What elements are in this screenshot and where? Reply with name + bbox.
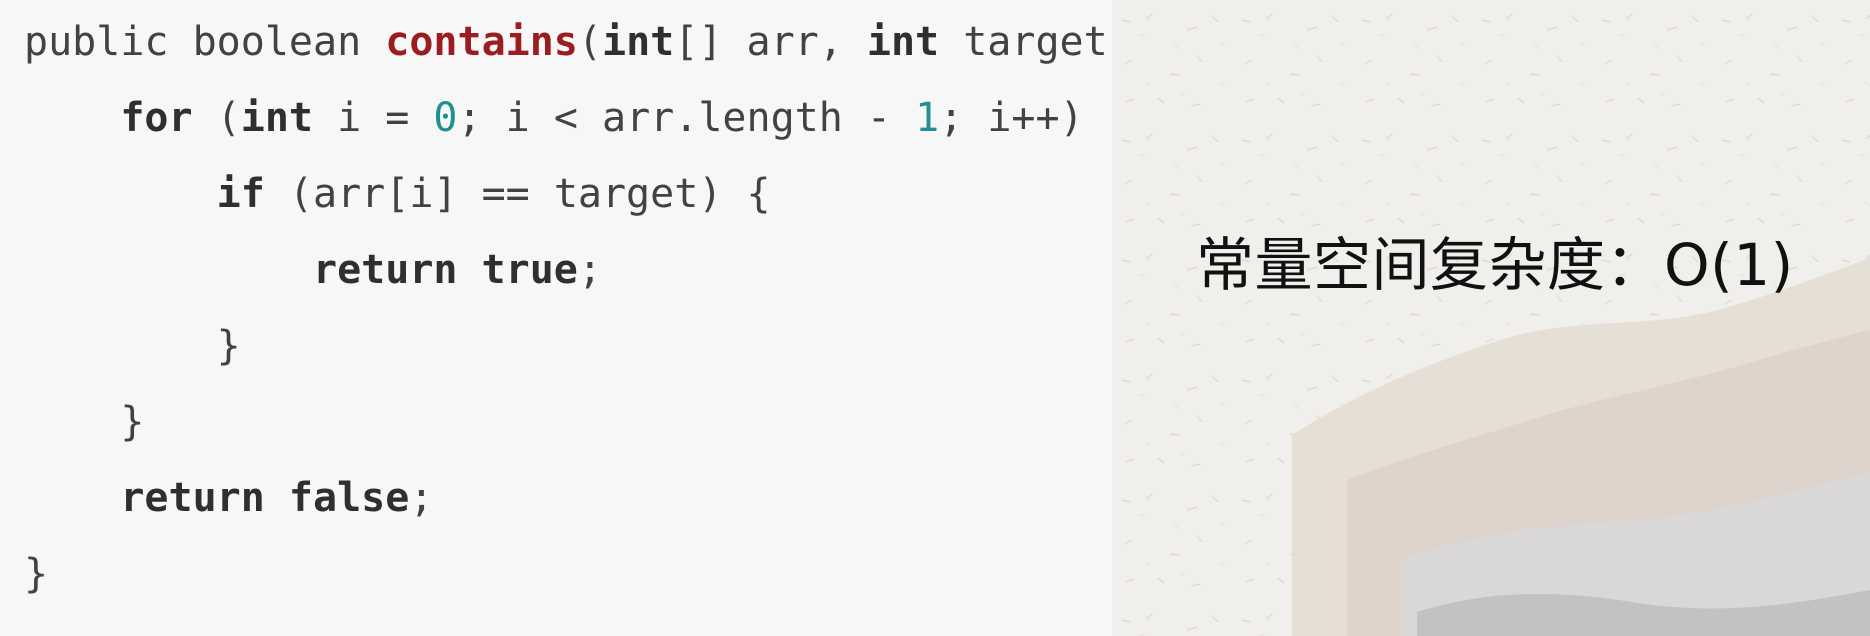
code-token-plain: } <box>216 323 241 369</box>
code-token-plain: ; i++) { <box>939 95 1132 141</box>
code-token-kw: int <box>601 19 675 65</box>
code-token-plain: ; i < arr.length - <box>457 95 916 141</box>
code-line: return true; <box>24 232 1180 308</box>
code-panel: public boolean contains(int[] arr, int t… <box>0 0 1180 636</box>
code-token-plain: i = <box>313 95 434 141</box>
space-complexity-caption: 常量空间复杂度：O(1) <box>1196 231 1794 299</box>
code-block: public boolean contains(int[] arr, int t… <box>24 4 1180 612</box>
code-token-plain: ( <box>577 19 602 65</box>
code-line: } <box>24 384 1180 460</box>
code-line: if (arr[i] == target) { <box>24 156 1180 232</box>
code-token-plain: } <box>120 399 145 445</box>
code-line: public boolean contains(int[] arr, int t… <box>24 4 1180 80</box>
code-token-kw: return false <box>120 475 410 521</box>
code-line: } <box>24 308 1180 384</box>
code-token-plain: ; <box>409 475 434 521</box>
code-token-num: 1 <box>915 95 940 141</box>
code-token-kw: return true <box>312 247 578 293</box>
slide-panel: 常量空间复杂度：O(1) <box>1112 0 1870 636</box>
code-token-kw: for <box>120 95 193 141</box>
code-line: return false; <box>24 460 1180 536</box>
code-line: } <box>24 536 1180 612</box>
code-token-kw: if <box>216 171 265 217</box>
code-token-plain: ; <box>577 247 602 293</box>
code-token-kw: int <box>240 95 313 141</box>
code-line: for (int i = 0; i < arr.length - 1; i++)… <box>24 80 1180 156</box>
paper-background-art <box>1112 0 1870 636</box>
code-token-plain: ( <box>192 95 241 141</box>
code-token-fn: contains <box>385 19 578 65</box>
code-token-plain: } <box>24 551 49 597</box>
code-token-plain: (arr[i] == target) { <box>264 171 771 217</box>
code-token-num: 0 <box>433 95 458 141</box>
code-token-kw: int <box>866 19 940 65</box>
code-token-plain: public boolean <box>24 19 386 65</box>
code-token-plain: [] arr, <box>674 19 867 65</box>
